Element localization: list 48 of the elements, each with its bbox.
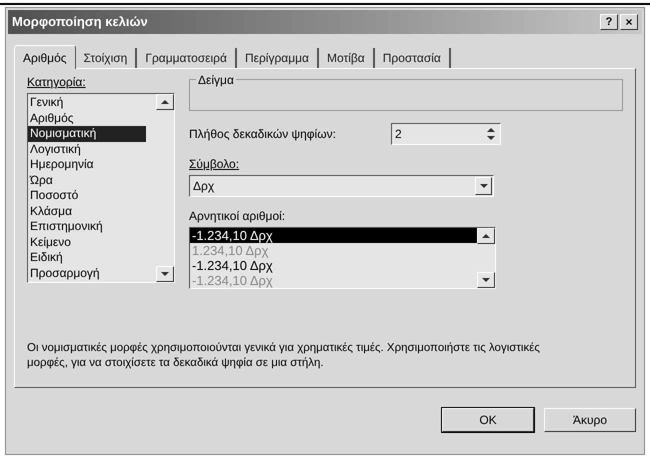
dropdown-button[interactable] [475,177,492,195]
category-item[interactable]: Προσαρμογή [28,266,146,281]
decimal-places-label: Πλήθος δεκαδικών ψηφίων: [189,126,337,143]
scrollbar[interactable] [477,228,495,288]
window-title: Μορφοποίηση κελιών [12,13,148,32]
negative-format-item[interactable]: -1.234,10 Δρχ [190,258,477,273]
dialog-button[interactable]: Άκυρο [544,408,636,432]
category-item[interactable]: Κλάσμα [28,204,146,219]
category-item[interactable]: Αριθμός [28,110,146,126]
tab[interactable]: Στοίχιση [76,48,138,68]
scroll-down-button[interactable] [156,266,174,282]
up-arrow-icon [482,234,490,238]
tab[interactable]: Προστασία [374,48,451,68]
symbol-label: Σύμβολο: [189,156,240,173]
scroll-down-button[interactable] [477,272,495,288]
negative-numbers-label: Αρνητικοί αριθμοί: [189,208,286,225]
negative-format-item[interactable]: -1.234,10 Δρχ [190,228,477,243]
scroll-up-button[interactable] [477,228,495,244]
category-item[interactable]: Ειδική [28,250,146,266]
category-label: Κατηγορία: [27,74,87,89]
tab[interactable]: Γραμματοσειρά [137,48,237,68]
category-list[interactable]: Γενική Αριθμός Νομισματική Λογιστική Ημερομηνία Ώρα Ποσοστό Κλάσμα Επιστημονική Κείμενο Ειδική Προσαρμογή [27,93,175,283]
dropdown-value: Δρχ [192,178,216,195]
symbol-dropdown[interactable]: Δρχ [189,175,494,197]
spinner-value: 2 [394,126,403,143]
description-text: Οι νομισματικές μορφές χρησιμοποιούνται γενικά για χρηματικές τιμές. Χρησιμοποιήστε τις λογιστικές μορφές, για να στοιχίσετε τα δεκαδικά ψηφία σε μια στήλη. [27,341,541,371]
down-arrow-icon [161,272,169,276]
category-item[interactable]: Γενική [28,95,146,110]
tab[interactable]: Περίγραμμα [236,48,319,68]
tab[interactable]: Μοτίβα [318,48,375,68]
category-item[interactable]: Ημερομηνία [28,157,146,172]
category-item[interactable]: Λογιστική [28,142,146,157]
scroll-up-button[interactable] [156,94,174,110]
tab[interactable]: Αριθμός [14,45,76,69]
scrollbar[interactable] [156,94,174,282]
close-button[interactable]: × [620,14,638,30]
help-button[interactable]: ? [600,14,618,30]
negative-numbers-list[interactable]: -1.234,10 Δρχ 1.234,10 Δρχ -1.234,10 Δρχ -1.234,10 Δρχ [189,227,496,289]
category-item[interactable]: Κείμενο [28,234,146,250]
category-item[interactable]: Ώρα [28,172,146,188]
category-item[interactable]: Επιστημονική [28,219,146,234]
caret-icon [480,184,488,188]
dialog-button[interactable]: OK [442,408,534,432]
category-item[interactable]: Ποσοστό [28,188,146,204]
down-arrow-icon [482,278,490,282]
category-item[interactable]: Νομισματική [28,126,146,142]
up-arrow-icon [161,100,169,104]
decimal-places-spinner[interactable]: 2 [391,123,501,145]
